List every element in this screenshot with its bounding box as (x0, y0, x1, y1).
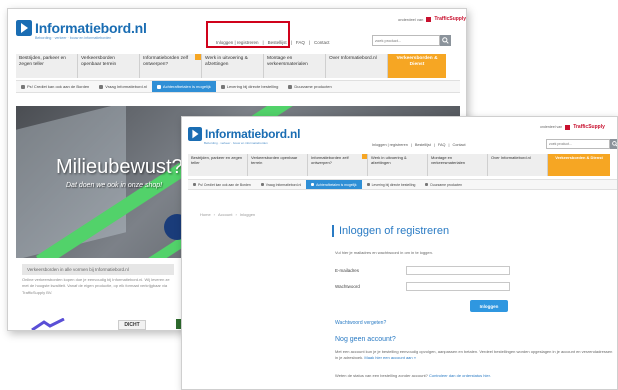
usp-crediet: Ps! Crediet kan ook aan de Borden (188, 180, 256, 189)
truck-icon (366, 183, 370, 186)
nav-item-verkeersborden[interactable]: Verkeersborden openbaar terrein (248, 154, 308, 176)
nav-item-werk-uitvoering[interactable]: Werk in uitvoering & afzettingen (368, 154, 428, 176)
trafficsupply-icon (565, 124, 571, 130)
front-screenshot: Informatiebord.nl Bebording · verkeer · … (181, 116, 618, 390)
nav-label: Informatieborden zelf ontwerpen? (143, 56, 189, 67)
main-nav: Bestrijden, parkeer en zegen teller Verk… (16, 54, 446, 78)
info-icon (193, 183, 196, 186)
logo-icon (188, 127, 202, 141)
product-sign-thumb[interactable]: DICHT (118, 320, 146, 330)
breadcrumb-current: Inloggen (239, 212, 256, 217)
site-logo[interactable]: Informatiebord.nl (188, 127, 300, 141)
trafficsupply-icon (426, 16, 432, 22)
logo-text: Informatiebord.nl (205, 127, 301, 141)
hero-subtitle: Dat doen we ook in onze shop! (66, 182, 163, 189)
logo-icon (16, 20, 32, 36)
question-icon (260, 183, 264, 186)
search-icon (611, 141, 617, 147)
nav-item-informatieborden[interactable]: Informatieborden zelf ontwerpen? (140, 54, 202, 78)
search-button[interactable] (610, 139, 617, 149)
site-logo[interactable]: Informatiebord.nl (16, 20, 147, 36)
forgot-password-link[interactable]: Wachtwoord vergeten? (335, 320, 386, 326)
usp-strip: Ps! Crediet kan ook aan de Borden Vraag … (16, 80, 460, 93)
login-intro: Vul hier je mailadres en wachtwoord in o… (335, 250, 433, 255)
search-input[interactable] (372, 35, 440, 46)
breadcrumb: Home › Account › Inloggen (200, 212, 256, 217)
brand-name: TrafficSupply (573, 124, 605, 130)
order-status-description: Weten de status van een bestelling zonde… (335, 373, 428, 378)
register-text: Met een account kun je je bestelling een… (335, 349, 615, 362)
brand-prefix: onderdeel van (398, 16, 424, 22)
nav-item-informatieborden[interactable]: Informatieborden zelf ontwerpen? (308, 154, 368, 176)
email-field[interactable] (406, 266, 510, 275)
nav-item-verkeersborden-dienst[interactable]: Verkeersborden & Dienst (548, 154, 610, 176)
nav-item-montage[interactable]: Montage en verkeersmaterialen (264, 54, 326, 78)
register-link[interactable]: Maak hier een account aan » (364, 355, 416, 360)
usp-crediet: Ps! Crediet kan ook aan de Borden (16, 81, 94, 92)
bestellijst-link[interactable]: Bestellijst (415, 143, 431, 147)
leaf-icon (425, 183, 429, 186)
password-label: Wachtwoord (335, 284, 360, 289)
nav-item-over[interactable]: Over Informatiebord.nl (488, 154, 548, 176)
password-field[interactable] (406, 282, 510, 291)
new-badge (362, 154, 367, 159)
payment-icon (156, 84, 161, 89)
usp-vraag: Vraag Informatiebord.nl (256, 180, 306, 189)
login-button[interactable]: Inloggen (470, 300, 508, 312)
usp-duurzaam: Duurzame producten (283, 81, 336, 92)
nav-label: Informatieborden zelf ontwerpen? (311, 155, 349, 165)
usp-achteraf[interactable]: Achterafbetalen is mogelijk (306, 180, 362, 189)
nav-item-bestrijden[interactable]: Bestrijden, parkeer en zegen teller (16, 54, 78, 78)
hero-title: Milieubewust? (56, 156, 183, 178)
breadcrumb-account[interactable]: Account (218, 212, 232, 217)
nav-item-verkeersborden-dienst[interactable]: Verkeersborden & Dienst (388, 54, 446, 78)
usp-levering: Levering bij directe bestelling (362, 180, 421, 189)
info-icon (21, 84, 25, 89)
main-nav: Bestrijden, parkeer en zegen teller Verk… (188, 154, 610, 176)
login-register-link[interactable]: Inloggen | registreren (372, 143, 408, 147)
contact-link[interactable]: Contact (314, 40, 330, 45)
order-status-link[interactable]: Controleer dan de orderstatus hier. (429, 373, 491, 378)
payment-icon (311, 183, 315, 186)
breadcrumb-home[interactable]: Home (200, 212, 211, 217)
page-title: Inloggen of registreren (332, 225, 449, 237)
usp-duurzaam: Duurzame producten (420, 180, 467, 189)
product-thumbnail[interactable] (30, 318, 70, 331)
truck-icon (220, 84, 225, 89)
order-status-text: Weten de status van een bestelling zonde… (335, 373, 615, 379)
intro-text: Online verkeersborden kopen doe je eenvo… (22, 277, 170, 295)
search-icon (442, 37, 449, 44)
contact-link[interactable]: Contact (452, 143, 465, 147)
leaf-icon (288, 84, 293, 89)
nav-item-werk-uitvoering[interactable]: Werk in uitvoering & afzettingen (202, 54, 264, 78)
new-badge (195, 54, 201, 60)
brand-name: TrafficSupply (434, 16, 467, 22)
logo-tagline: Bebording · verkeer · bouw en informatie… (35, 36, 112, 40)
nav-item-over[interactable]: Over Informatiebord.nl (326, 54, 388, 78)
faq-link[interactable]: FAQ (438, 143, 446, 147)
faq-link[interactable]: FAQ (296, 40, 305, 45)
search-input[interactable] (546, 139, 610, 149)
brand-badge: onderdeel van TrafficSupply (540, 124, 605, 130)
search-button[interactable] (440, 35, 451, 46)
question-icon (99, 84, 104, 89)
search-bar (372, 35, 451, 46)
brand-badge: onderdeel van TrafficSupply (398, 16, 466, 22)
top-links: Inloggen | registreren | Bestellijst | FAQ… (372, 143, 466, 147)
logo-tagline: Bebording · verkeer · bouw en informatie… (204, 141, 268, 145)
nav-item-bestrijden[interactable]: Bestrijden, parkeer en zegen teller (188, 154, 248, 176)
info-bar: Verkeersborden in alle vormen bij Inform… (22, 264, 174, 275)
usp-vraag: Vraag Informatiebord.nl (94, 81, 152, 92)
email-label: E-mailadres (335, 268, 360, 273)
logo-text: Informatiebord.nl (35, 20, 147, 36)
nav-item-verkeersborden[interactable]: Verkeersborden openbaar terrein (78, 54, 140, 78)
nav-item-montage[interactable]: Montage en verkeersmaterialen (428, 154, 488, 176)
usp-achteraf[interactable]: Achterafbetalen is mogelijk (151, 81, 216, 92)
usp-levering: Levering bij directe bestelling (216, 81, 284, 92)
search-bar (546, 139, 617, 149)
brand-prefix: onderdeel van (540, 125, 563, 129)
no-account-heading: Nog geen account? (335, 336, 396, 343)
highlight-box (206, 21, 290, 48)
usp-strip: Ps! Crediet kan ook aan de Borden Vraag … (188, 179, 617, 190)
